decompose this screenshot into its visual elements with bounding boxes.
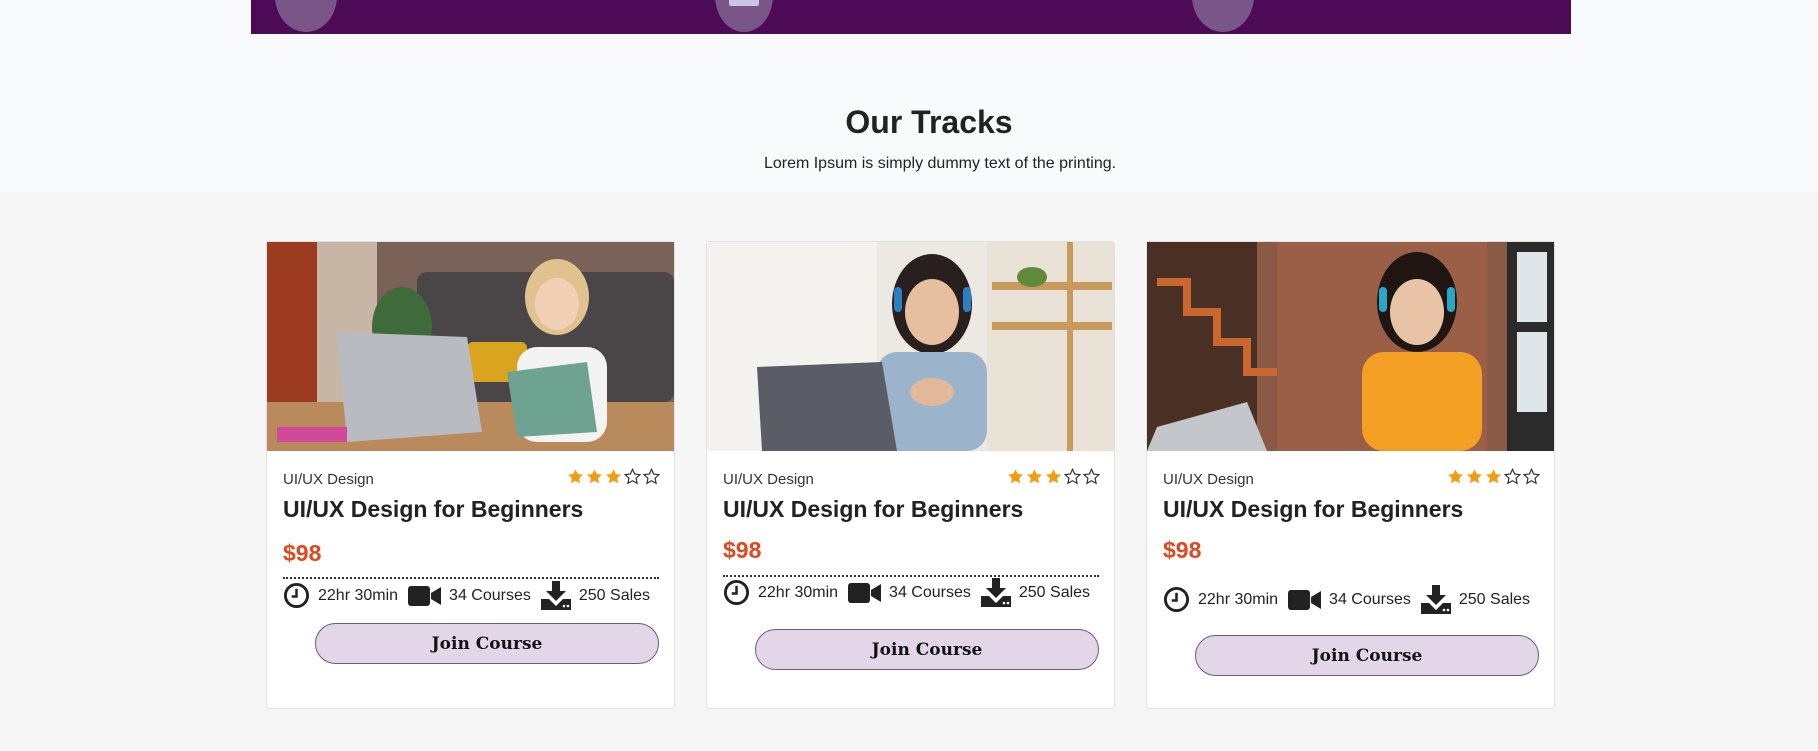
course-photo xyxy=(707,242,1114,451)
video-camera-icon xyxy=(1288,589,1322,610)
section-subtitle: Lorem Ipsum is simply dummy text of the … xyxy=(763,155,1117,172)
star-filled-icon xyxy=(587,469,602,484)
course-count: 34 Courses xyxy=(1329,590,1411,608)
course-sales: 250 Sales xyxy=(1458,590,1531,608)
course-card[interactable]: UI/UX Design UI/UX Design for Beginners … xyxy=(266,241,675,709)
course-card[interactable]: UI/UX Design UI/UX Design for Beginners … xyxy=(706,241,1115,709)
star-rating xyxy=(1007,468,1100,485)
star-filled-icon xyxy=(1486,469,1501,484)
section-title: Our Tracks xyxy=(845,104,1013,140)
star-filled-icon xyxy=(1046,469,1061,484)
video-camera-icon xyxy=(408,585,442,606)
star-filled-icon xyxy=(1027,469,1042,484)
download-icon xyxy=(980,578,1011,607)
course-category: UI/UX Design xyxy=(1163,471,1254,488)
course-meta: 22hr 30min 34 Courses 250 Sales xyxy=(283,581,660,610)
course-photo xyxy=(1147,242,1554,451)
course-title: UI/UX Design for Beginners xyxy=(283,496,584,522)
star-empty-icon xyxy=(1504,468,1521,485)
star-empty-icon xyxy=(624,468,641,485)
star-rating xyxy=(1447,468,1540,485)
hero-decoration xyxy=(275,0,337,32)
clock-icon xyxy=(1163,586,1190,613)
hero-decoration xyxy=(715,0,773,32)
hero-decoration xyxy=(1192,0,1254,32)
course-card[interactable]: UI/UX Design UI/UX Design for Beginners … xyxy=(1146,241,1555,709)
course-duration: 22hr 30min xyxy=(758,583,839,601)
course-sales: 250 Sales xyxy=(1018,583,1091,601)
star-empty-icon xyxy=(643,468,660,485)
star-empty-icon xyxy=(1064,468,1081,485)
course-title: UI/UX Design for Beginners xyxy=(1163,496,1464,522)
star-filled-icon xyxy=(1448,469,1463,484)
hero-banner-bottom xyxy=(251,0,1571,34)
course-photo xyxy=(267,242,674,451)
star-filled-icon xyxy=(606,469,621,484)
star-empty-icon xyxy=(1083,468,1100,485)
course-price: $98 xyxy=(283,540,322,566)
star-filled-icon xyxy=(568,469,583,484)
clock-icon xyxy=(283,582,310,609)
course-duration: 22hr 30min xyxy=(318,586,399,604)
course-duration: 22hr 30min xyxy=(1198,590,1279,608)
join-course-button[interactable]: Join Course xyxy=(315,623,659,664)
divider xyxy=(723,575,1099,577)
course-count: 34 Courses xyxy=(449,586,531,604)
course-category: UI/UX Design xyxy=(723,471,814,488)
course-price: $98 xyxy=(1163,537,1202,563)
course-meta: 22hr 30min 34 Courses 250 Sales xyxy=(1163,585,1540,614)
join-course-button[interactable]: Join Course xyxy=(1195,635,1539,676)
clock-icon xyxy=(723,579,750,606)
course-price: $98 xyxy=(723,537,762,563)
star-filled-icon xyxy=(1008,469,1023,484)
course-title: UI/UX Design for Beginners xyxy=(723,496,1024,522)
course-meta: 22hr 30min 34 Courses 250 Sales xyxy=(723,578,1100,607)
course-category: UI/UX Design xyxy=(283,471,374,488)
star-filled-icon xyxy=(1467,469,1482,484)
download-icon xyxy=(1420,585,1451,614)
divider xyxy=(283,577,659,579)
join-course-button[interactable]: Join Course xyxy=(755,629,1099,670)
video-camera-icon xyxy=(848,582,882,603)
course-sales: 250 Sales xyxy=(578,586,651,604)
star-rating xyxy=(567,468,660,485)
course-count: 34 Courses xyxy=(889,583,971,601)
star-empty-icon xyxy=(1523,468,1540,485)
download-icon xyxy=(540,581,571,610)
